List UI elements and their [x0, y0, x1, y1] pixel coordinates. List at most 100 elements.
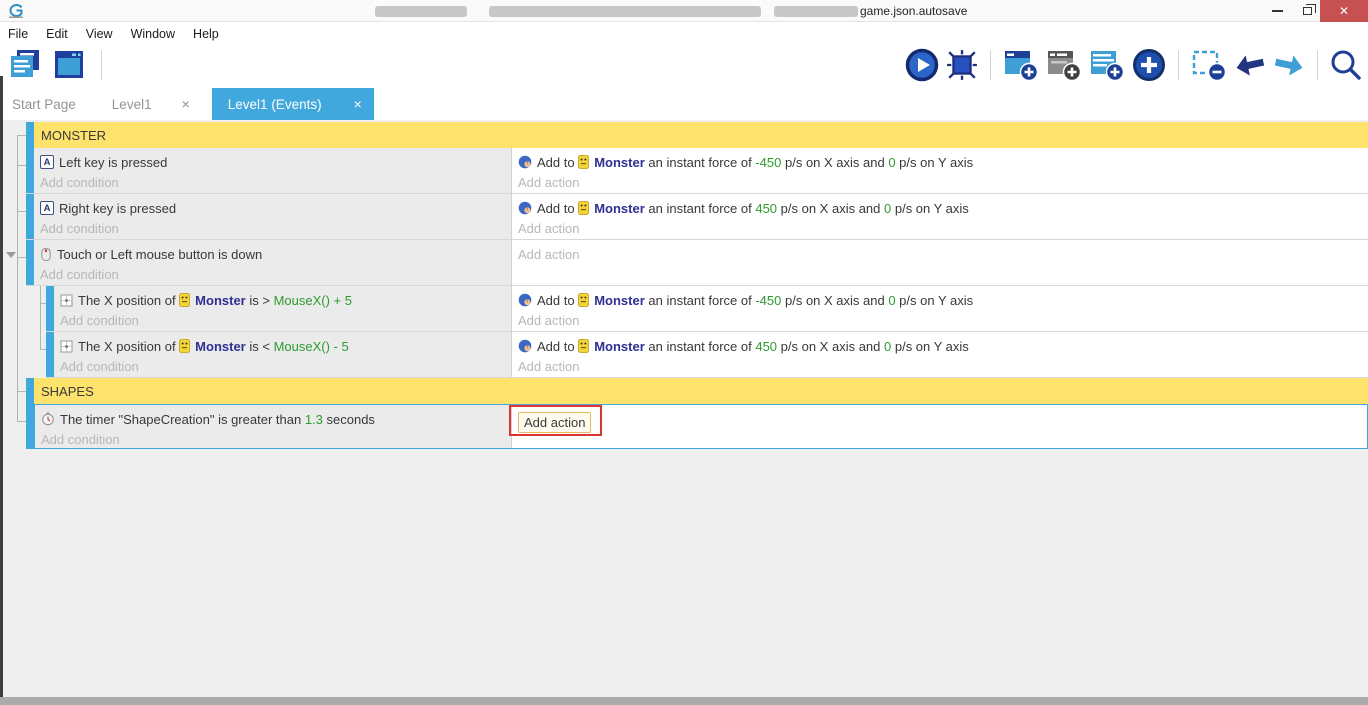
undo-icon[interactable]: [1234, 50, 1266, 80]
menu-bar: File Edit View Window Help: [0, 23, 1368, 44]
monster-object-icon: [179, 339, 191, 353]
tree-stub: [17, 391, 26, 392]
toolbar-separator: [990, 50, 991, 80]
condition[interactable]: A Left key is pressed: [40, 152, 511, 172]
menu-window[interactable]: Window: [122, 27, 184, 41]
event-handle[interactable]: [26, 122, 34, 148]
menu-file[interactable]: File: [0, 27, 37, 41]
add-event-icon[interactable]: [1003, 48, 1039, 82]
monster-object-icon: [578, 339, 590, 353]
actions-cell: Add to Monster an instant force of -450 …: [512, 148, 1368, 193]
horizontal-scrollbar[interactable]: [0, 697, 1368, 705]
add-condition-link[interactable]: Add condition: [40, 264, 511, 284]
tab-close-icon[interactable]: ×: [342, 96, 374, 112]
redo-icon[interactable]: [1273, 50, 1305, 80]
tab-level1-events[interactable]: Level1 (Events) ×: [211, 88, 374, 120]
add-comment-icon[interactable]: [1089, 48, 1125, 82]
group-title: SHAPES: [34, 378, 1368, 404]
add-action-link[interactable]: Add action: [518, 244, 1368, 264]
action[interactable]: Add to Monster an instant force of -450 …: [518, 290, 1368, 310]
conditions-cell: The X position of Monster is < MouseX() …: [54, 332, 512, 377]
condition[interactable]: The timer "ShapeCreation" is greater tha…: [41, 409, 511, 429]
tab-level1[interactable]: Level1 ×: [90, 88, 200, 120]
remove-selection-icon[interactable]: [1191, 48, 1227, 82]
event-handle[interactable]: [46, 332, 54, 377]
tab-close-icon[interactable]: ×: [172, 96, 200, 112]
redacted-title-block: [489, 6, 761, 17]
minimize-button[interactable]: [1262, 0, 1292, 22]
condition[interactable]: The X position of Monster is > MouseX() …: [60, 290, 511, 310]
menu-help[interactable]: Help: [184, 27, 228, 41]
actions-cell: Add to Monster an instant force of -450 …: [512, 286, 1368, 331]
add-condition-link[interactable]: Add condition: [40, 172, 511, 192]
actions-cell: Add action: [509, 405, 1367, 448]
search-icon[interactable]: [1330, 49, 1362, 81]
force-icon: [518, 339, 532, 353]
event-handle[interactable]: [26, 148, 34, 193]
add-condition-link[interactable]: Add condition: [41, 429, 511, 449]
event-group-monster[interactable]: MONSTER: [26, 122, 1368, 148]
conditions-cell: A Right key is pressed Add condition: [34, 194, 512, 239]
event-handle[interactable]: [26, 240, 34, 285]
collapse-arrow-icon[interactable]: [6, 252, 16, 258]
condition[interactable]: Touch or Left mouse button is down: [40, 244, 511, 264]
event-handle[interactable]: [46, 286, 54, 331]
force-icon: [518, 201, 532, 215]
force-icon: [518, 155, 532, 169]
event-row: Touch or Left mouse button is down Add c…: [26, 240, 1368, 286]
mouse-icon: [40, 247, 52, 262]
tree-stub: [17, 211, 26, 212]
preview-play-icon[interactable]: [905, 48, 939, 82]
tree-stub: [40, 349, 46, 350]
add-circle-icon[interactable]: [1132, 48, 1166, 82]
project-manager-icon[interactable]: [8, 48, 42, 82]
sub-event-row: The X position of Monster is > MouseX() …: [46, 286, 1368, 332]
toolbar-separator: [1317, 50, 1318, 80]
position-icon: [60, 294, 73, 307]
force-icon: [518, 293, 532, 307]
timer-icon: [41, 412, 55, 426]
event-handle[interactable]: [27, 405, 35, 448]
add-action-link[interactable]: Add action: [518, 411, 592, 433]
toolbar-separator: [101, 50, 102, 80]
conditions-cell: A Left key is pressed Add condition: [34, 148, 512, 193]
event-handle[interactable]: [26, 194, 34, 239]
tree-stub: [17, 135, 26, 136]
monster-object-icon: [578, 201, 590, 215]
tree-stub: [17, 257, 26, 258]
add-action-link[interactable]: Add action: [518, 172, 1368, 192]
tab-start-page[interactable]: Start Page: [0, 88, 90, 120]
redacted-title-block: [774, 6, 858, 17]
debug-icon[interactable]: [946, 49, 978, 81]
keyboard-icon: A: [40, 155, 54, 169]
add-action-link[interactable]: Add action: [518, 218, 1368, 238]
menu-view[interactable]: View: [77, 27, 122, 41]
event-row: A Right key is pressed Add condition Add…: [26, 194, 1368, 240]
event-group-shapes[interactable]: SHAPES: [26, 378, 1368, 404]
condition[interactable]: The X position of Monster is < MouseX() …: [60, 336, 511, 356]
start-page-icon[interactable]: [52, 48, 86, 82]
position-icon: [60, 340, 73, 353]
tree-line: [17, 135, 18, 421]
add-condition-link[interactable]: Add condition: [40, 218, 511, 238]
gdevelop-logo-icon: [8, 3, 24, 23]
menu-edit[interactable]: Edit: [37, 27, 77, 41]
add-condition-link[interactable]: Add condition: [60, 356, 511, 376]
add-condition-link[interactable]: Add condition: [60, 310, 511, 330]
action[interactable]: Add to Monster an instant force of 450 p…: [518, 336, 1368, 356]
restore-button[interactable]: [1292, 0, 1322, 22]
toolbar: [0, 44, 1368, 88]
add-sub-event-icon[interactable]: [1046, 48, 1082, 82]
title-bar: game.json.autosave ✕: [0, 0, 1368, 22]
event-handle[interactable]: [26, 378, 34, 404]
action[interactable]: Add to Monster an instant force of 450 p…: [518, 198, 1368, 218]
condition[interactable]: A Right key is pressed: [40, 198, 511, 218]
add-action-link[interactable]: Add action: [518, 310, 1368, 330]
action[interactable]: Add to Monster an instant force of -450 …: [518, 152, 1368, 172]
monster-object-icon: [578, 155, 590, 169]
add-action-link[interactable]: Add action: [518, 356, 1368, 376]
close-button[interactable]: ✕: [1320, 0, 1368, 22]
group-title: MONSTER: [34, 122, 1368, 148]
actions-cell: Add action: [512, 240, 1368, 285]
tree-stub: [17, 421, 26, 422]
